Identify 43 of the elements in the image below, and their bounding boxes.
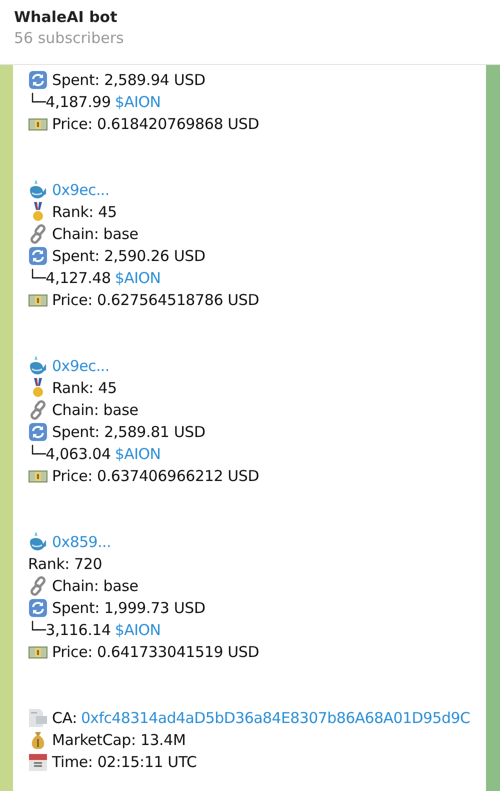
refresh-icon bbox=[28, 598, 48, 618]
chain-icon bbox=[28, 224, 48, 244]
message-line: MarketCap: 13.4M bbox=[52, 731, 186, 749]
link[interactable]: 0xfc48314ad4aD5bD36a84E8307b86A68A01D95d9C bbox=[80, 709, 470, 727]
message-line: Time: 02:15:11 UTC bbox=[52, 753, 197, 771]
message-line: Spent: 2,589.94 USD bbox=[52, 71, 206, 89]
message-line: Price: 0.627564518786 USD bbox=[52, 291, 260, 309]
refresh-icon bbox=[28, 70, 48, 90]
link[interactable]: 0x859... bbox=[52, 533, 111, 551]
message-line: Price: 0.637406966212 USD bbox=[52, 467, 260, 485]
refresh-icon bbox=[28, 246, 48, 266]
message-line: Price: 0.618420769868 USD bbox=[52, 115, 260, 133]
message-line: Spent: 2,589.81 USD bbox=[52, 423, 206, 441]
message-line: CA: bbox=[52, 709, 77, 727]
message-line: Rank: 720 bbox=[28, 555, 102, 573]
subscriber-count: 56 subscribers bbox=[14, 29, 125, 47]
message-line: Chain: base bbox=[52, 401, 138, 419]
link[interactable]: $AION bbox=[114, 621, 161, 639]
link[interactable]: $AION bbox=[114, 93, 161, 111]
link[interactable]: 0x9ec... bbox=[52, 357, 110, 375]
message-line: Price: 0.641733041519 USD bbox=[52, 643, 260, 661]
message-line: └─4,187.99 bbox=[28, 93, 111, 111]
message-line: Spent: 2,590.26 USD bbox=[52, 247, 206, 265]
message-line: Rank: 45 bbox=[52, 203, 117, 221]
link[interactable]: $AION bbox=[114, 445, 161, 463]
whale-icon bbox=[28, 356, 48, 376]
link[interactable]: 0x9ec... bbox=[52, 181, 110, 199]
channel-title: WhaleAI bot bbox=[14, 8, 118, 26]
message-line: └─3,116.14 bbox=[28, 621, 111, 639]
document-icon bbox=[28, 708, 48, 728]
message-line: └─4,127.48 bbox=[28, 269, 111, 287]
message-line: Spent: 1,999.73 USD bbox=[52, 599, 206, 617]
refresh-icon bbox=[28, 422, 48, 442]
message-line: Chain: base bbox=[52, 577, 138, 595]
message-line: Chain: base bbox=[52, 225, 138, 243]
chain-icon bbox=[28, 576, 48, 596]
message-line: Rank: 45 bbox=[52, 379, 117, 397]
chain-icon bbox=[28, 400, 48, 420]
link[interactable]: $AION bbox=[114, 269, 161, 287]
calendar-icon bbox=[28, 752, 48, 772]
whale-icon bbox=[28, 180, 48, 200]
whale-icon bbox=[28, 532, 48, 552]
message-line: └─4,063.04 bbox=[28, 445, 111, 463]
